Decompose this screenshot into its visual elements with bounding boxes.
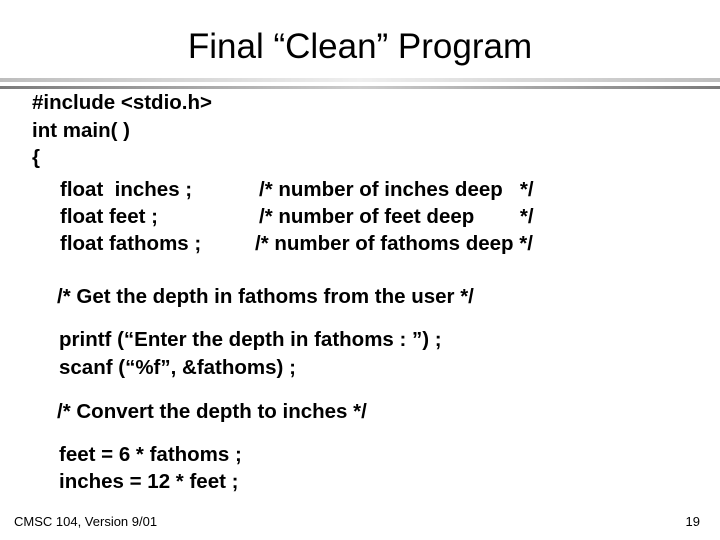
code-line-main: int main( ) xyxy=(32,119,130,142)
footer-page-number: 19 xyxy=(685,514,700,529)
code-line-inches-assign: inches = 12 * feet ; xyxy=(59,470,239,493)
code-line-feet-assign: feet = 6 * fathoms ; xyxy=(59,443,242,466)
title-divider-top xyxy=(0,78,720,82)
slide-title: Final “Clean” Program xyxy=(187,27,533,66)
code-line-printf: printf (“Enter the depth in fathoms : ”)… xyxy=(59,328,442,351)
code-line-open-brace: { xyxy=(32,146,40,169)
code-line-scanf: scanf (“%f”, &fathoms) ; xyxy=(59,356,296,379)
title-divider-bottom xyxy=(0,86,720,89)
footer-course-version: CMSC 104, Version 9/01 xyxy=(14,514,158,529)
comment-convert: /* Convert the depth to inches */ xyxy=(57,400,367,423)
code-line-include: #include <stdio.h> xyxy=(32,91,212,114)
code-line-decl-feet: float feet ; xyxy=(60,205,158,228)
comment-get-depth: /* Get the depth in fathoms from the use… xyxy=(57,285,474,308)
code-line-decl-fathoms: float fathoms ; xyxy=(60,232,202,255)
code-line-decl-inches: float inches ; xyxy=(60,178,193,201)
comment-inches: /* number of inches deep */ xyxy=(259,178,534,201)
comment-feet: /* number of feet deep */ xyxy=(259,205,534,228)
comment-fathoms: /* number of fathoms deep */ xyxy=(255,232,533,255)
